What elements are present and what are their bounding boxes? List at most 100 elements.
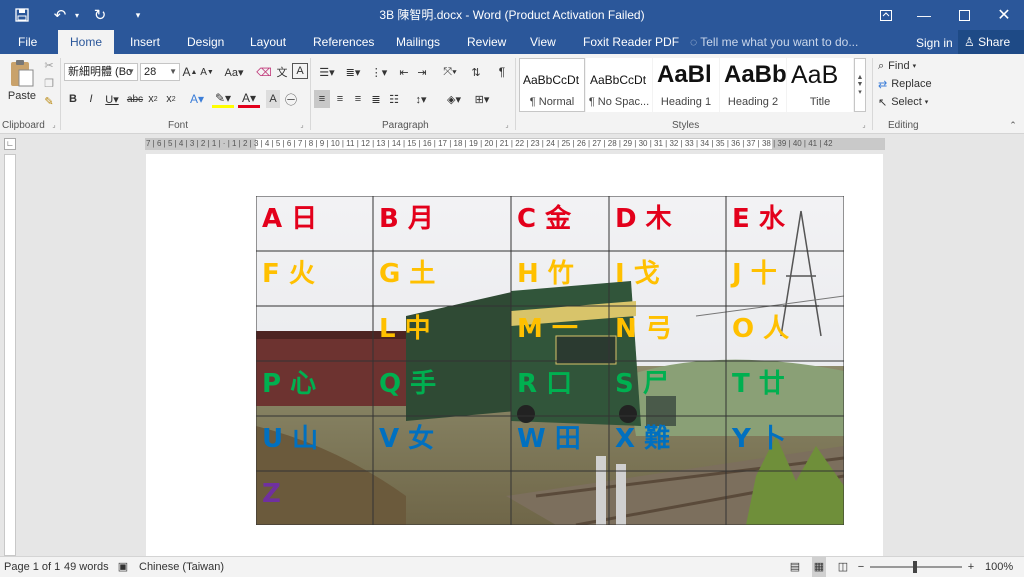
- close-button[interactable]: ✕: [984, 0, 1024, 30]
- style-no-spacing[interactable]: AaBbCcDt ¶ No Spac...: [586, 58, 652, 112]
- format-painter-icon[interactable]: ✎: [42, 94, 56, 108]
- table-cell-label[interactable]: R 口: [517, 369, 572, 399]
- italic-button[interactable]: I: [84, 90, 98, 108]
- table-cell-label[interactable]: L 中: [379, 314, 431, 344]
- print-layout-icon[interactable]: ▦: [812, 557, 826, 577]
- styles-launcher-icon[interactable]: ⌟: [860, 121, 868, 129]
- table-cell-label[interactable]: V 女: [379, 424, 434, 454]
- superscript-button[interactable]: x2: [164, 90, 178, 108]
- table-cell-label[interactable]: N 弓: [615, 314, 672, 344]
- style-title[interactable]: AaB Title: [787, 58, 853, 112]
- table-cell-label[interactable]: T 廿: [732, 369, 785, 399]
- table-cell-label[interactable]: Q 手: [379, 369, 436, 399]
- word-count[interactable]: 49 words: [64, 557, 109, 577]
- clipboard-launcher-icon[interactable]: ⌟: [50, 121, 58, 129]
- table-cell-label[interactable]: H 竹: [517, 259, 574, 289]
- table-cell-label[interactable]: U 山: [262, 424, 318, 454]
- table-cell-label[interactable]: C 金: [517, 204, 571, 234]
- tab-file[interactable]: File: [10, 30, 45, 54]
- enclose-characters-icon[interactable]: ㊀: [284, 90, 298, 108]
- zoom-level[interactable]: 100%: [985, 557, 1013, 577]
- subscript-button[interactable]: x2: [146, 90, 160, 108]
- undo-dropdown-icon[interactable]: ▾: [70, 0, 84, 30]
- align-right-icon[interactable]: ≡: [350, 90, 366, 108]
- tab-design[interactable]: Design: [179, 30, 232, 54]
- redo-icon[interactable]: ↻: [86, 0, 114, 30]
- table-cell-label[interactable]: O 人: [732, 314, 789, 344]
- select-button[interactable]: ↖ Select ▾: [878, 94, 938, 110]
- ribbon-display-icon[interactable]: [866, 0, 906, 30]
- strikethrough-button[interactable]: abc: [127, 90, 143, 108]
- copy-icon[interactable]: ❐: [42, 76, 56, 90]
- font-color-icon[interactable]: A▾: [238, 90, 260, 108]
- borders-icon[interactable]: ⊞▾: [470, 90, 494, 108]
- style-heading-2[interactable]: AaBb Heading 2: [720, 58, 786, 112]
- shading-icon[interactable]: ◈▾: [442, 90, 466, 108]
- find-button[interactable]: ⌕ Find ▾: [878, 58, 938, 74]
- increase-indent-icon[interactable]: ⇥: [414, 63, 430, 81]
- tab-review[interactable]: Review: [459, 30, 514, 54]
- change-case-icon[interactable]: Aa▾: [222, 63, 246, 81]
- justify-icon[interactable]: ≣: [368, 90, 384, 108]
- sign-in-link[interactable]: Sign in: [916, 30, 953, 54]
- customize-icon[interactable]: ▾: [124, 0, 152, 30]
- align-center-icon[interactable]: ≡: [332, 90, 348, 108]
- tell-me-search[interactable]: ◌ Tell me what you want to do...: [690, 30, 858, 54]
- multilevel-list-icon[interactable]: ⋮▾: [368, 63, 390, 81]
- tab-mailings[interactable]: Mailings: [388, 30, 448, 54]
- zoom-out-button[interactable]: −: [856, 557, 866, 577]
- font-launcher-icon[interactable]: ⌟: [298, 121, 306, 129]
- table-cell-label[interactable]: W 田: [517, 424, 581, 454]
- read-mode-icon[interactable]: ▤: [788, 557, 802, 577]
- character-shading-icon[interactable]: A: [266, 90, 280, 108]
- highlight-color-icon[interactable]: ✎▾: [212, 90, 234, 108]
- tab-view[interactable]: View: [522, 30, 564, 54]
- replace-button[interactable]: ⇄ Replace: [878, 76, 938, 92]
- save-icon[interactable]: [8, 0, 36, 30]
- table-cell-label[interactable]: F 火: [262, 259, 315, 289]
- align-left-icon[interactable]: ≡: [314, 90, 330, 108]
- show-hide-icon[interactable]: ¶: [494, 63, 510, 81]
- paste-button[interactable]: Paste: [6, 58, 38, 110]
- table-cell-label[interactable]: S 尸: [615, 369, 669, 399]
- character-border-icon[interactable]: A: [292, 63, 308, 79]
- table-cell-label[interactable]: Z: [262, 479, 281, 509]
- line-spacing-icon[interactable]: ↕▾: [410, 90, 432, 108]
- collapse-ribbon-icon[interactable]: ⌃: [1008, 120, 1018, 130]
- phonetic-guide-icon[interactable]: 文: [274, 63, 290, 81]
- decrease-indent-icon[interactable]: ⇤: [396, 63, 412, 81]
- paragraph-launcher-icon[interactable]: ⌟: [503, 121, 511, 129]
- shrink-font-icon[interactable]: A ▼: [200, 63, 214, 81]
- zoom-slider-thumb[interactable]: [913, 561, 917, 573]
- bullets-icon[interactable]: ☰▾: [316, 63, 338, 81]
- table-cell-label[interactable]: B 月: [379, 204, 434, 234]
- table-cell-label[interactable]: A 日: [262, 204, 317, 234]
- chinese-layout-icon[interactable]: ⤧▾: [438, 63, 462, 81]
- tab-foxit-reader-pdf[interactable]: Foxit Reader PDF: [575, 30, 687, 54]
- table-cell-label[interactable]: M 一: [517, 314, 578, 344]
- table-cell-label[interactable]: I 戈: [615, 259, 660, 289]
- distributed-icon[interactable]: ☷: [386, 90, 402, 108]
- table-cell-label[interactable]: E 水: [732, 204, 785, 234]
- proofing-icon[interactable]: ▣: [116, 557, 130, 577]
- style-normal[interactable]: AaBbCcDt ¶ Normal: [519, 58, 585, 112]
- underline-button[interactable]: U▾: [102, 90, 122, 108]
- font-name-combo[interactable]: 新細明體 (Bo ▼: [64, 63, 138, 81]
- table-cell-label[interactable]: G 土: [379, 259, 435, 289]
- table-cell-label[interactable]: X 難: [615, 424, 670, 454]
- bold-button[interactable]: B: [66, 90, 80, 108]
- table-cell-label[interactable]: Y 卜: [732, 424, 786, 454]
- document-page[interactable]: A 日 B 月 C 金 D 木 E 水 F 火 G 土 H 竹 I 戈 J 十 L 中 M 一 N 弓 O…: [146, 154, 883, 556]
- horizontal-ruler[interactable]: 7 | 6 | 5 | 4 | 3 | 2 | 1 | · | 1 | 2 | …: [145, 138, 885, 150]
- text-effects-icon[interactable]: A▾: [186, 90, 208, 108]
- grow-font-icon[interactable]: A ▲: [183, 63, 198, 81]
- tab-layout[interactable]: Layout: [242, 30, 294, 54]
- tab-home[interactable]: Home: [58, 30, 114, 54]
- language-indicator[interactable]: Chinese (Taiwan): [139, 557, 224, 577]
- tab-selector[interactable]: ∟: [4, 138, 16, 150]
- web-layout-icon[interactable]: ◫: [836, 557, 850, 577]
- page-count[interactable]: Page 1 of 1: [4, 557, 60, 577]
- numbering-icon[interactable]: ≣▾: [342, 63, 364, 81]
- maximize-button[interactable]: [944, 0, 984, 30]
- tab-references[interactable]: References: [305, 30, 382, 54]
